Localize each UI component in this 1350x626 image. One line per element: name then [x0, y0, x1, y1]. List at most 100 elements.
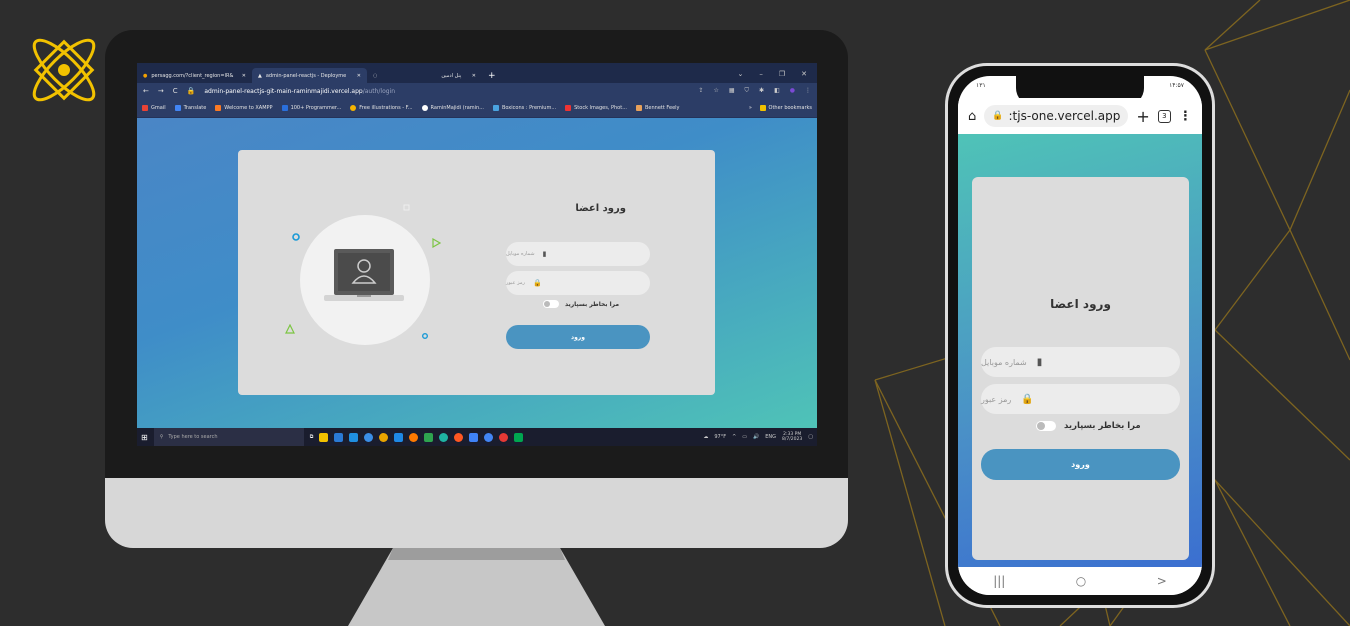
profile-avatar[interactable]: ● [790, 87, 795, 95]
phone-password-input[interactable]: 🔒 رمز عبور [981, 384, 1180, 414]
phone-remember-row: مرا بخاطر بسپارید [1036, 421, 1141, 431]
system-tray: ☁ 97°F ^ ▭ 🔊 ENG 2:33 PM 8/7/2023 ▢ [703, 432, 813, 442]
tab-count-button[interactable]: 3 [1157, 109, 1171, 123]
tray-chevron-icon[interactable]: ^ [732, 434, 736, 440]
bookmark-item[interactable]: Boxicons : Premium... [492, 105, 556, 111]
menu-kebab-icon[interactable]: ⋮ [1179, 109, 1192, 124]
app-icon[interactable] [469, 432, 479, 442]
bookmark-item[interactable]: Translate [174, 105, 206, 111]
decor-circle-icon [292, 233, 300, 241]
phone-frame: ۱۳۱ ۱۴:۵۷ ⌂ 🔒 :tjs-one.vercel.app + 3 ⋮ … [945, 63, 1215, 608]
tab-favicon-icon: ● [143, 72, 148, 79]
extensions-puzzle-icon[interactable]: ✱ [759, 87, 764, 95]
vercel-favicon-icon: ▲ [258, 72, 262, 79]
app-icon[interactable] [454, 432, 464, 442]
desktop-screen: ● persagg.com/?client_region=IR& ✕ ▲ adm… [137, 63, 817, 446]
bookmark-item[interactable]: Stock Images, Phot... [565, 105, 627, 111]
decor-triangle-icon [432, 238, 441, 248]
lock-icon: 🔒 [1021, 393, 1034, 405]
menu-kebab-icon[interactable]: ⋮ [805, 87, 811, 95]
home-icon[interactable]: ⌂ [968, 109, 976, 124]
bookmark-item[interactable]: Welcome to XAMPP [215, 105, 273, 111]
close-tab-icon[interactable]: ✕ [472, 73, 476, 79]
phone-mobile-input[interactable]: ▮ شماره موبایل [981, 347, 1180, 377]
bookmark-star-icon[interactable]: ☆ [713, 87, 718, 95]
volume-icon[interactable]: 🔊 [753, 434, 759, 440]
firefox-icon[interactable] [409, 432, 419, 442]
notification-icon[interactable]: ▢ [808, 434, 813, 440]
home-button-icon[interactable]: ○ [1076, 574, 1086, 588]
tab-search-icon[interactable]: ⌄ [737, 70, 743, 78]
taskbar-search[interactable]: ⚲ Type here to search [153, 428, 304, 446]
phone-remember-toggle[interactable] [1036, 421, 1056, 431]
browser-tab[interactable]: ◌ پنل ادمین ✕ [367, 68, 482, 83]
login-submit-button[interactable]: ورود [506, 325, 650, 349]
extension-icon[interactable]: ▦ [729, 87, 735, 95]
decor-circle-icon [422, 333, 428, 339]
taskbar-clock[interactable]: 2:33 PM 8/7/2023 [782, 432, 802, 442]
bookmark-item[interactable]: Gmail [142, 105, 166, 111]
remember-toggle[interactable] [543, 300, 559, 308]
app-icon[interactable] [514, 432, 524, 442]
login-title: ورود اعضا [575, 203, 626, 214]
bookmark-item[interactable]: 100+ Programmer... [281, 105, 341, 111]
lock-icon: 🔒 [532, 279, 542, 287]
recent-apps-icon[interactable]: ||| [993, 574, 1005, 588]
app-icon[interactable] [424, 432, 434, 442]
mobile-input[interactable]: ▮ شماره موبایل [506, 242, 650, 266]
decor-triangle-icon [285, 324, 295, 334]
restore-button[interactable]: ❐ [779, 70, 785, 78]
other-bookmarks[interactable]: » Other bookmarks [749, 105, 812, 111]
bookmark-item[interactable]: Bennett Feely [635, 105, 680, 111]
lock-icon: 🔒 [992, 111, 1004, 121]
shield-icon[interactable]: ⛉ [745, 87, 750, 95]
mail-app-icon[interactable] [349, 432, 359, 442]
phone-login-page: ورود اعضا ▮ شماره موبایل 🔒 رمز عبور مرا … [958, 134, 1202, 567]
phone-screen: ۱۳۱ ۱۴:۵۷ ⌂ 🔒 :tjs-one.vercel.app + 3 ⋮ … [958, 76, 1202, 595]
task-view-icon[interactable]: ⧉ [310, 434, 314, 440]
loading-favicon-icon: ◌ [373, 72, 378, 79]
network-icon[interactable]: ▭ [742, 434, 747, 440]
new-tab-button[interactable]: + [1136, 107, 1149, 126]
bookmark-item[interactable]: Free illustrations - F... [350, 105, 413, 111]
search-icon: ⚲ [159, 434, 164, 440]
edge-icon[interactable] [439, 432, 449, 442]
login-page: ورود اعضا ▮ شماره موبایل 🔒 رمز عبور مرا … [137, 118, 817, 428]
decor-square-icon [403, 204, 410, 211]
app-icon[interactable] [499, 432, 509, 442]
side-panel-icon[interactable]: ◧ [774, 87, 780, 95]
url-field[interactable]: admin-panel-reactjs-git-main-raminmajidi… [204, 88, 395, 95]
browser-tab[interactable]: ● persagg.com/?client_region=IR& ✕ [137, 68, 252, 83]
minimize-button[interactable]: – [759, 70, 763, 78]
close-tab-icon[interactable]: ✕ [242, 73, 246, 79]
phone-login-card: ورود اعضا ▮ شماره موبایل 🔒 رمز عبور مرا … [972, 177, 1189, 560]
windows-start-icon[interactable]: ⊞ [141, 433, 148, 442]
chrome-icon[interactable] [379, 432, 389, 442]
vscode-icon[interactable] [394, 432, 404, 442]
forward-icon[interactable]: → [158, 87, 164, 95]
password-input[interactable]: 🔒 رمز عبور [506, 271, 650, 295]
app-icon[interactable] [364, 432, 374, 442]
chrome-active-icon[interactable] [484, 432, 494, 442]
share-icon[interactable]: ⇪ [698, 87, 703, 95]
weather-icon[interactable]: ☁ [703, 434, 708, 440]
bookmark-item[interactable]: RaminMajidi (ramin... [421, 105, 484, 111]
browser-tab-active[interactable]: ▲ admin-panel-reactjs - Deployme ✕ [252, 68, 367, 83]
phone-login-submit-button[interactable]: ورود [981, 449, 1180, 480]
window-controls: ⌄ – ❐ ✕ [727, 65, 817, 83]
close-tab-icon[interactable]: ✕ [357, 73, 361, 79]
login-card: ورود اعضا ▮ شماره موبایل 🔒 رمز عبور مرا … [238, 150, 715, 395]
browser-tab-bar: ● persagg.com/?client_region=IR& ✕ ▲ adm… [137, 63, 817, 83]
calendar-app-icon[interactable] [334, 432, 344, 442]
new-tab-button[interactable]: + [482, 68, 502, 83]
reload-icon[interactable]: C [173, 87, 178, 95]
file-explorer-icon[interactable] [319, 432, 329, 442]
close-window-button[interactable]: ✕ [801, 70, 807, 78]
more-chevron-icon: » [748, 105, 752, 111]
bookmarks-bar: Gmail Translate Welcome to XAMPP 100+ Pr… [137, 99, 817, 118]
mobile-icon: ▮ [542, 250, 547, 258]
mobile-icon: ▮ [1036, 356, 1043, 368]
back-chevron-icon[interactable]: > [1157, 574, 1167, 588]
back-icon[interactable]: ← [143, 87, 149, 95]
phone-url-field[interactable]: 🔒 :tjs-one.vercel.app [984, 105, 1129, 127]
